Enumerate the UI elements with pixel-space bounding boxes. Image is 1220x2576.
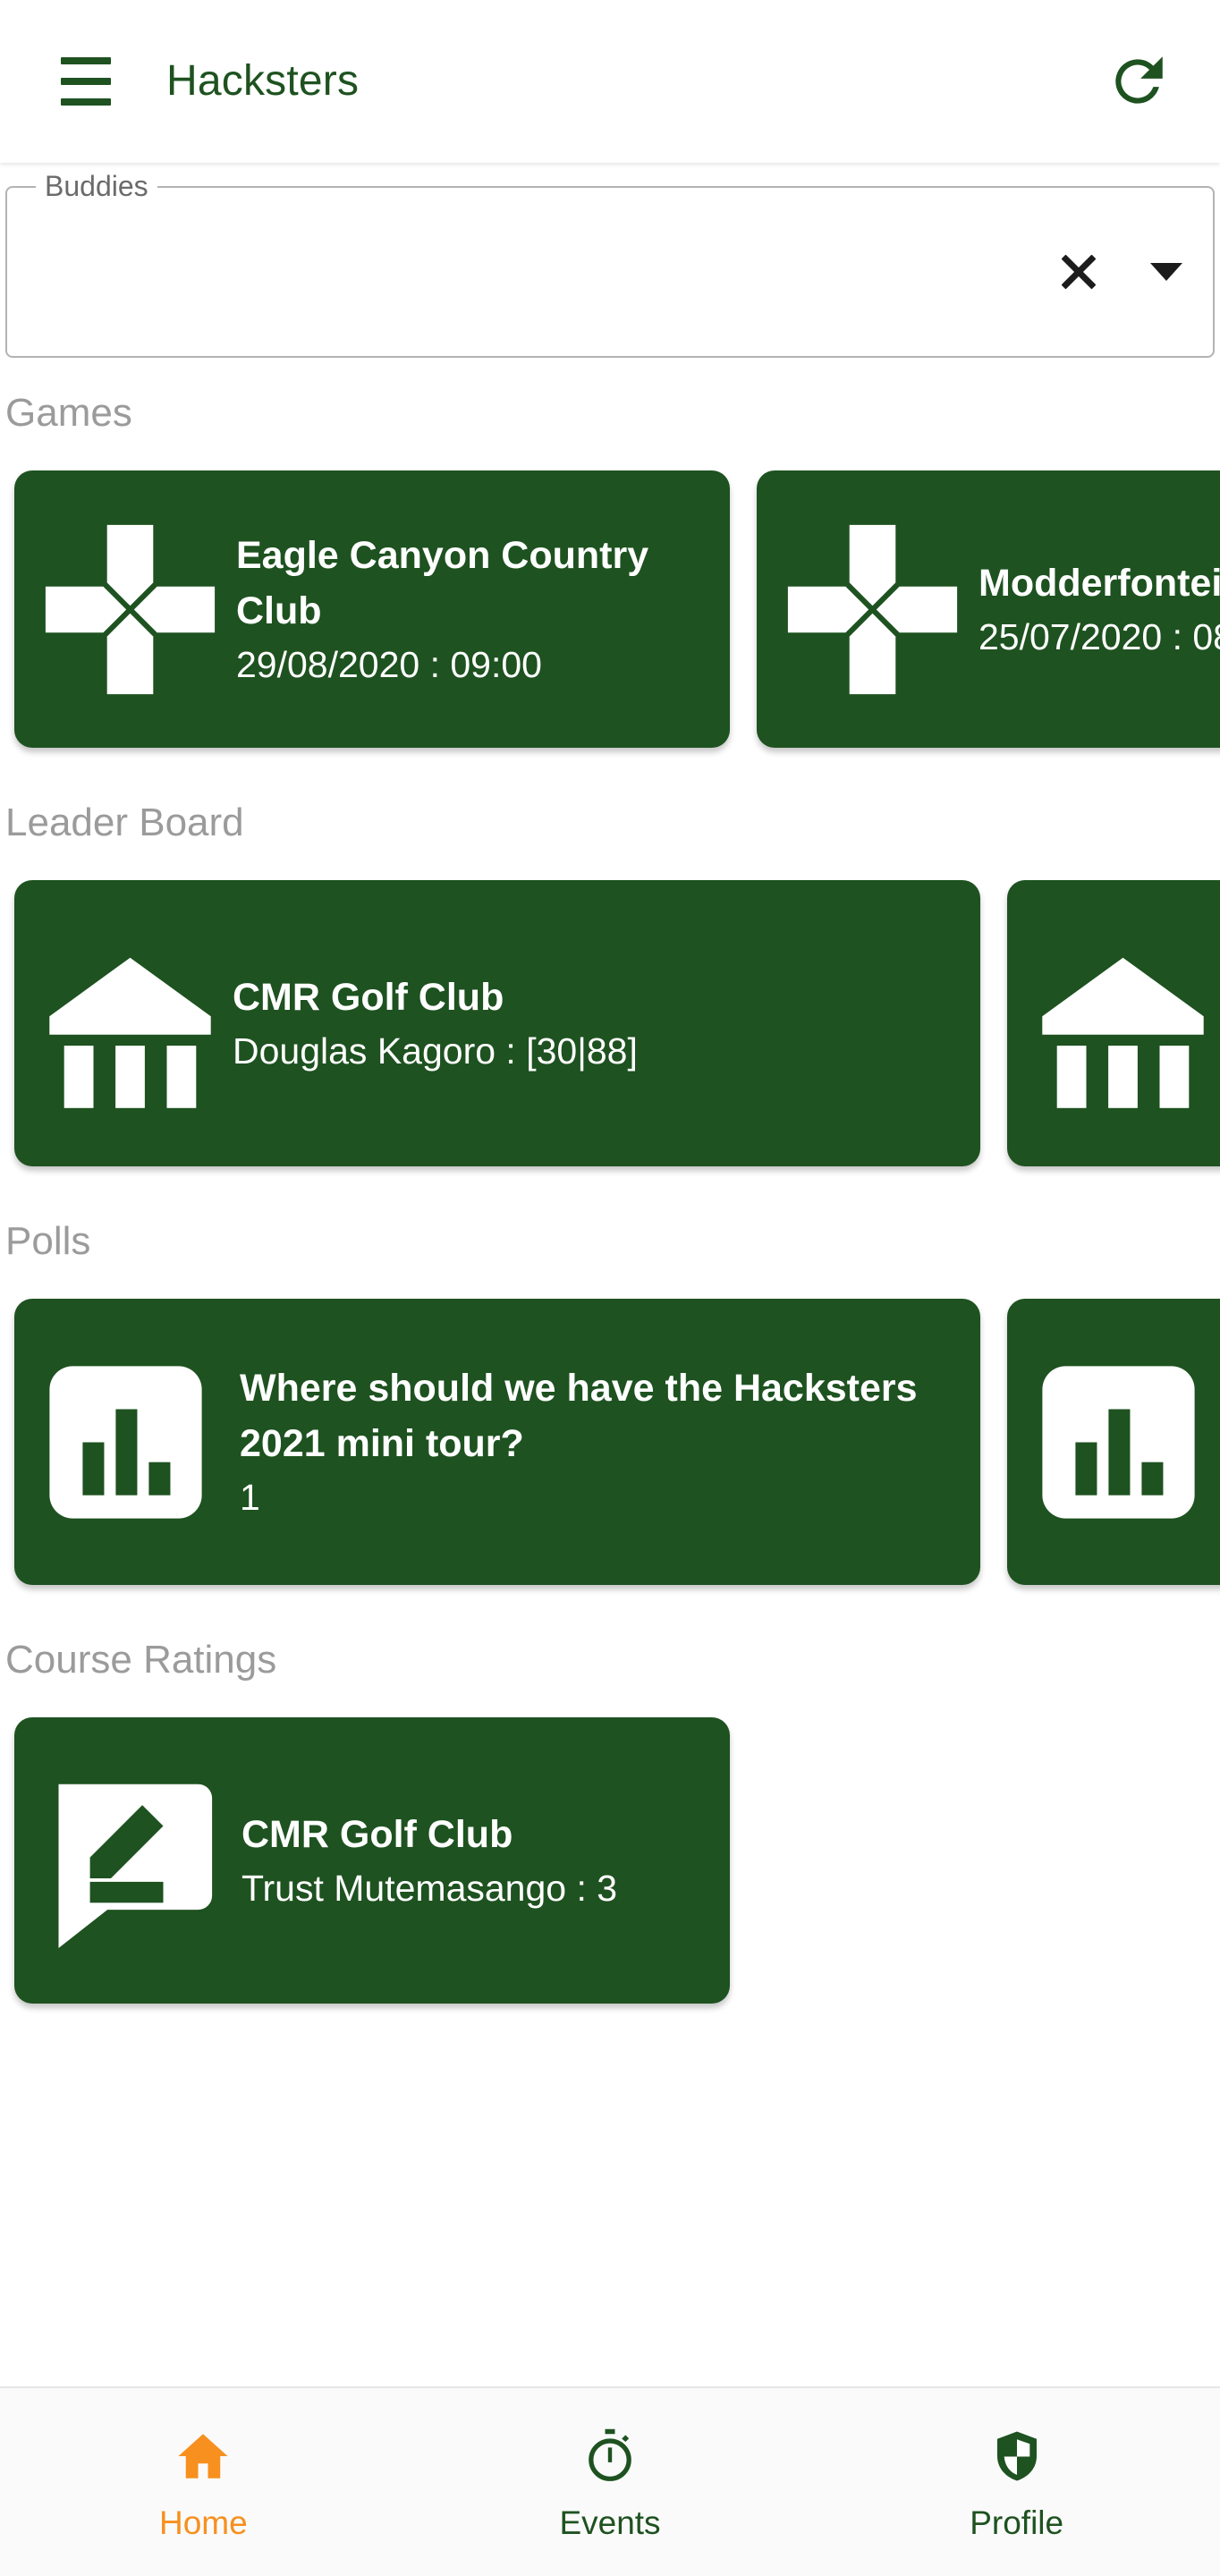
hamburger-bar: [61, 57, 111, 64]
game-card-text: Eagle Canyon Country Club 29/08/2020 : 0…: [236, 528, 701, 691]
nav-item-profile[interactable]: Profile: [813, 2388, 1220, 2576]
poll-card-question: Where should we have the Hacksters 2021 …: [240, 1367, 918, 1465]
nav-item-home[interactable]: Home: [0, 2388, 407, 2576]
bar-chart-icon: [36, 1352, 215, 1531]
hamburger-bar: [61, 98, 111, 106]
poll-card-count: 1: [240, 1477, 260, 1518]
game-card[interactable]: Eagle Canyon Country Club 29/08/2020 : 0…: [14, 470, 730, 748]
hamburger-bar: [61, 78, 111, 85]
refresh-icon[interactable]: [1091, 35, 1184, 128]
bottom-navigation: Home Events Profile: [0, 2386, 1220, 2576]
leaderboard-card-text: CMR Golf Club Douglas Kagoro : [30|88]: [233, 970, 948, 1077]
section-title-leaderboard: Leader Board: [5, 801, 244, 844]
section-title-polls: Polls: [5, 1219, 91, 1263]
course-rating-card-rater: Trust Mutemasango : 3: [241, 1868, 618, 1909]
clubhouse-building-icon: [1020, 916, 1220, 1131]
home-icon: [174, 2422, 233, 2490]
app-bar: Hacksters: [0, 0, 1220, 163]
gamepad-dpad-icon: [23, 503, 236, 716]
game-card-text: Modderfontein Golf Club 25/07/2020 : 08:…: [979, 555, 1220, 663]
game-card-title: Modderfontein Golf Club: [979, 562, 1220, 605]
poll-card-text: Where should we have the Hacksters 2021 …: [215, 1360, 939, 1523]
game-card-datetime: 29/08/2020 : 09:00: [236, 644, 542, 685]
buddies-select-field[interactable]: [5, 186, 1215, 358]
page-title: Hacksters: [166, 57, 360, 105]
course-rating-card[interactable]: CMR Golf Club Trust Mutemasango : 3: [14, 1717, 730, 2004]
buddies-label: Buddies: [36, 170, 157, 202]
clubhouse-building-icon: [27, 916, 233, 1131]
stopwatch-icon: [580, 2422, 640, 2490]
section-title-games: Games: [5, 391, 132, 435]
poll-card[interactable]: Where should we have the Hacksters 2021 …: [14, 1299, 980, 1585]
course-rating-card-text: CMR Golf Club Trust Mutemasango : 3: [222, 1807, 696, 1914]
poll-card[interactable]: [1007, 1299, 1220, 1585]
section-title-course-ratings: Course Ratings: [5, 1638, 277, 1682]
game-card-title: Eagle Canyon Country Club: [236, 534, 649, 632]
section-leaderboard: Leader Board CMR Golf Club Douglas Kagor…: [0, 798, 1220, 1186]
shield-icon: [987, 2422, 1046, 2490]
app-root: Hacksters Buddies Games Eagle Canyon Cou…: [0, 0, 1220, 2576]
nav-label-home: Home: [158, 2504, 248, 2541]
nav-label-profile: Profile: [970, 2504, 1064, 2541]
course-rating-card-title: CMR Golf Club: [241, 1813, 513, 1856]
gamepad-dpad-icon: [766, 503, 979, 716]
leaderboard-card-score: Douglas Kagoro : [30|88]: [233, 1030, 638, 1072]
polls-card-row[interactable]: Where should we have the Hacksters 2021 …: [0, 1290, 1220, 1605]
chevron-down-icon[interactable]: [1150, 263, 1182, 281]
content-scroll-area[interactable]: Buddies Games Eagle Canyon Country Club …: [0, 163, 1220, 2386]
games-card-row[interactable]: Eagle Canyon Country Club 29/08/2020 : 0…: [0, 462, 1220, 767]
hamburger-menu-icon[interactable]: [43, 38, 129, 124]
game-card[interactable]: Modderfontein Golf Club 25/07/2020 : 08:…: [757, 470, 1220, 748]
close-x-icon[interactable]: [1054, 247, 1104, 297]
leaderboard-card-row[interactable]: CMR Golf Club Douglas Kagoro : [30|88]: [0, 871, 1220, 1186]
leaderboard-card[interactable]: [1007, 880, 1220, 1166]
leaderboard-card[interactable]: CMR Golf Club Douglas Kagoro : [30|88]: [14, 880, 980, 1166]
game-card-datetime: 25/07/2020 : 08:00: [979, 616, 1220, 657]
leaderboard-card-title: CMR Golf Club: [233, 976, 504, 1019]
buddies-select[interactable]: Buddies: [5, 170, 1215, 358]
section-polls: Polls Where should we have the Hacksters…: [0, 1216, 1220, 1605]
bar-chart-icon: [1029, 1352, 1207, 1531]
section-games: Games Eagle Canyon Country Club 29/08/20: [0, 388, 1220, 767]
section-course-ratings: Course Ratings CMR Golf Club Trust Mutem…: [0, 1635, 1220, 2023]
course-ratings-card-row[interactable]: CMR Golf Club Trust Mutemasango : 3: [0, 1708, 1220, 2023]
nav-item-events[interactable]: Events: [407, 2388, 814, 2576]
nav-label-events: Events: [559, 2504, 661, 2541]
rate-review-icon: [34, 1765, 222, 1957]
